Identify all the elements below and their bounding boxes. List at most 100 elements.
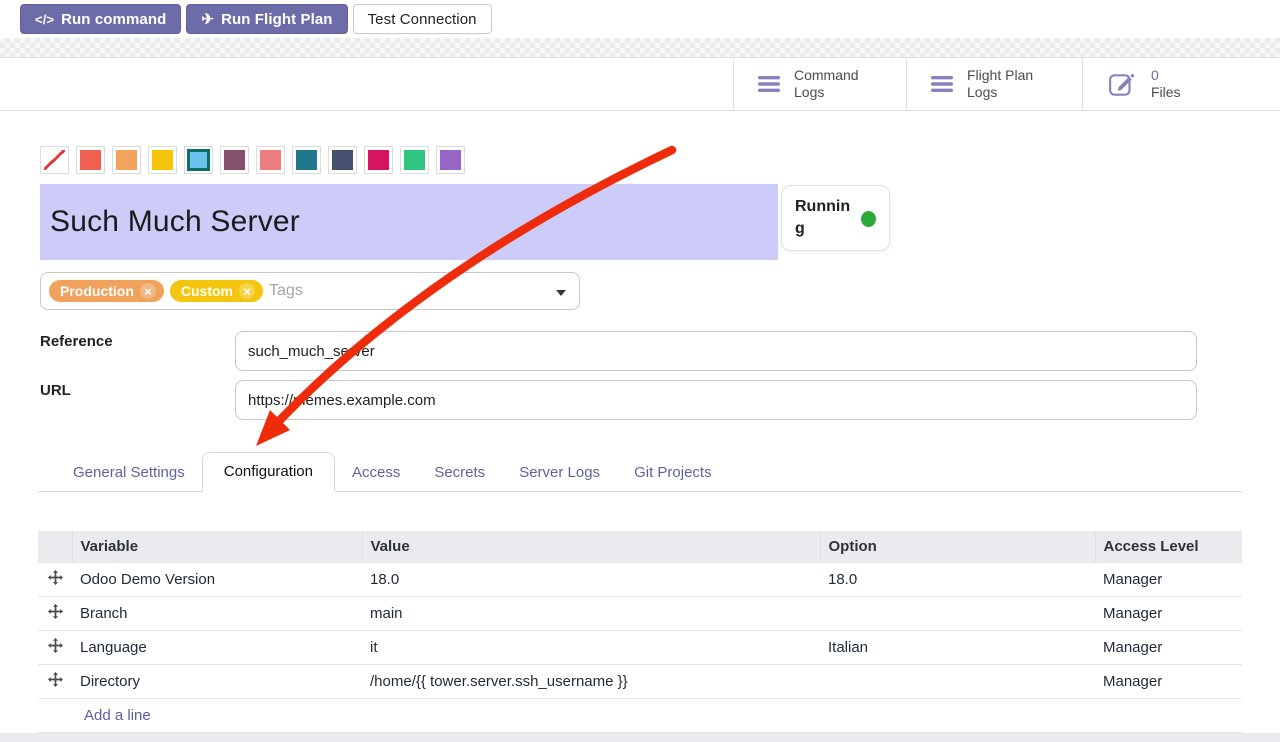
form-header: Command Logs Flight Plan Logs 0 Files <box>0 58 1280 111</box>
config-table: Variable Value Option Access Level Odoo … <box>38 531 1242 733</box>
table-row: Odoo Demo Version18.018.0Manager <box>38 562 1242 596</box>
cell-access-level[interactable]: Manager <box>1095 630 1242 664</box>
tag-remove-icon[interactable]: × <box>239 283 255 299</box>
color-swatch-9[interactable] <box>364 146 393 174</box>
tab-git-projects[interactable]: Git Projects <box>617 454 729 492</box>
handle-column-header <box>38 531 72 562</box>
color-palette <box>40 146 465 174</box>
color-swatch-fill <box>224 150 245 170</box>
notebook-tabs: General SettingsConfigurationAccessSecre… <box>38 451 1242 492</box>
status-button[interactable]: Running <box>781 185 890 251</box>
edit-file-icon <box>1107 69 1137 99</box>
color-swatch-fill <box>296 150 317 170</box>
status-label: Running <box>795 196 851 239</box>
files-button[interactable]: 0 Files <box>1082 58 1280 110</box>
command-logs-button[interactable]: Command Logs <box>733 58 906 110</box>
add-a-line-link[interactable]: Add a line <box>46 707 151 724</box>
color-swatch-4[interactable] <box>184 146 213 174</box>
color-swatch-fill <box>440 150 461 170</box>
flight-plan-logs-button[interactable]: Flight Plan Logs <box>906 58 1082 110</box>
test-connection-button[interactable]: Test Connection <box>353 4 492 34</box>
tab-configuration[interactable]: Configuration <box>202 452 335 492</box>
row-drag-handle[interactable] <box>38 562 72 596</box>
color-swatch-fill <box>404 150 425 170</box>
cell-option[interactable]: 18.0 <box>820 562 1095 596</box>
tab-server-logs[interactable]: Server Logs <box>502 454 617 492</box>
add-line-row: Add a line <box>38 698 1242 732</box>
top-action-bar: </> Run command ✈ Run Flight Plan Test C… <box>0 0 1280 38</box>
tag-remove-icon[interactable]: × <box>140 283 156 299</box>
cell-variable[interactable]: Odoo Demo Version <box>72 562 362 596</box>
row-drag-handle[interactable] <box>38 630 72 664</box>
cell-value[interactable]: 18.0 <box>362 562 820 596</box>
column-header-option: Option <box>820 531 1095 562</box>
statusbar-strip <box>0 38 1280 58</box>
tag-custom[interactable]: Custom× <box>170 280 263 302</box>
color-swatch-7[interactable] <box>292 146 321 174</box>
table-row: Branchmain Manager <box>38 596 1242 630</box>
cell-access-level[interactable]: Manager <box>1095 596 1242 630</box>
list-icon <box>931 75 953 93</box>
test-connection-label: Test Connection <box>368 11 477 28</box>
column-header-variable: Variable <box>72 531 362 562</box>
color-swatch-5[interactable] <box>220 146 249 174</box>
color-swatch-fill <box>116 150 137 170</box>
row-drag-handle[interactable] <box>38 664 72 698</box>
cell-variable[interactable]: Directory <box>72 664 362 698</box>
table-header-row: Variable Value Option Access Level <box>38 531 1242 562</box>
cell-option[interactable]: Italian <box>820 630 1095 664</box>
list-icon <box>758 75 780 93</box>
files-count: 0 <box>1151 67 1181 85</box>
color-swatch-8[interactable] <box>328 146 357 174</box>
smart-buttons: Command Logs Flight Plan Logs 0 Files <box>733 58 1280 110</box>
color-swatch-fill <box>152 150 173 170</box>
cell-option[interactable] <box>820 664 1095 698</box>
color-swatch-fill <box>80 150 101 170</box>
run-command-button[interactable]: </> Run command <box>20 4 181 34</box>
title-field[interactable]: Such Much Server <box>40 184 778 260</box>
cell-value[interactable]: /home/{{ tower.server.ssh_username }} <box>362 664 820 698</box>
table-row: LanguageitItalianManager <box>38 630 1242 664</box>
chevron-down-icon[interactable] <box>556 290 566 296</box>
cell-variable[interactable]: Language <box>72 630 362 664</box>
table-row: Directory/home/{{ tower.server.ssh_usern… <box>38 664 1242 698</box>
files-label: Files <box>1151 84 1181 100</box>
record-title: Such Much Server <box>50 205 300 239</box>
color-swatch-6[interactable] <box>256 146 285 174</box>
url-input[interactable] <box>235 380 1197 420</box>
drag-handle-icon <box>48 638 63 653</box>
code-icon: </> <box>35 12 54 27</box>
cell-value[interactable]: main <box>362 596 820 630</box>
cell-access-level[interactable]: Manager <box>1095 664 1242 698</box>
url-label: URL <box>40 382 71 399</box>
color-swatch-fill <box>260 150 281 170</box>
column-header-value: Value <box>362 531 820 562</box>
tab-access[interactable]: Access <box>335 454 417 492</box>
run-command-label: Run command <box>61 11 166 28</box>
cell-access-level[interactable]: Manager <box>1095 562 1242 596</box>
tag-production[interactable]: Production× <box>49 280 164 302</box>
cell-variable[interactable]: Branch <box>72 596 362 630</box>
drag-handle-icon <box>48 672 63 687</box>
cell-option[interactable] <box>820 596 1095 630</box>
run-flight-plan-button[interactable]: ✈ Run Flight Plan <box>186 4 347 34</box>
cell-value[interactable]: it <box>362 630 820 664</box>
color-swatch-fill <box>368 150 389 170</box>
row-drag-handle[interactable] <box>38 596 72 630</box>
color-swatch-2[interactable] <box>112 146 141 174</box>
color-swatch-1[interactable] <box>76 146 105 174</box>
color-swatch-3[interactable] <box>148 146 177 174</box>
run-flight-plan-label: Run Flight Plan <box>221 11 333 28</box>
color-swatch-11[interactable] <box>436 146 465 174</box>
tab-general-settings[interactable]: General Settings <box>56 454 202 492</box>
reference-input[interactable] <box>235 331 1197 371</box>
status-green-dot <box>861 211 876 227</box>
tab-secrets[interactable]: Secrets <box>417 454 502 492</box>
color-swatch-10[interactable] <box>400 146 429 174</box>
command-logs-label: Command Logs <box>794 67 878 102</box>
tags-field[interactable]: Production×Custom× Tags <box>40 272 580 310</box>
color-swatch-fill <box>332 150 353 170</box>
reference-label: Reference <box>40 333 113 350</box>
color-swatch-0[interactable] <box>40 146 69 174</box>
config-table-body: Odoo Demo Version18.018.0ManagerBranchma… <box>38 562 1242 698</box>
